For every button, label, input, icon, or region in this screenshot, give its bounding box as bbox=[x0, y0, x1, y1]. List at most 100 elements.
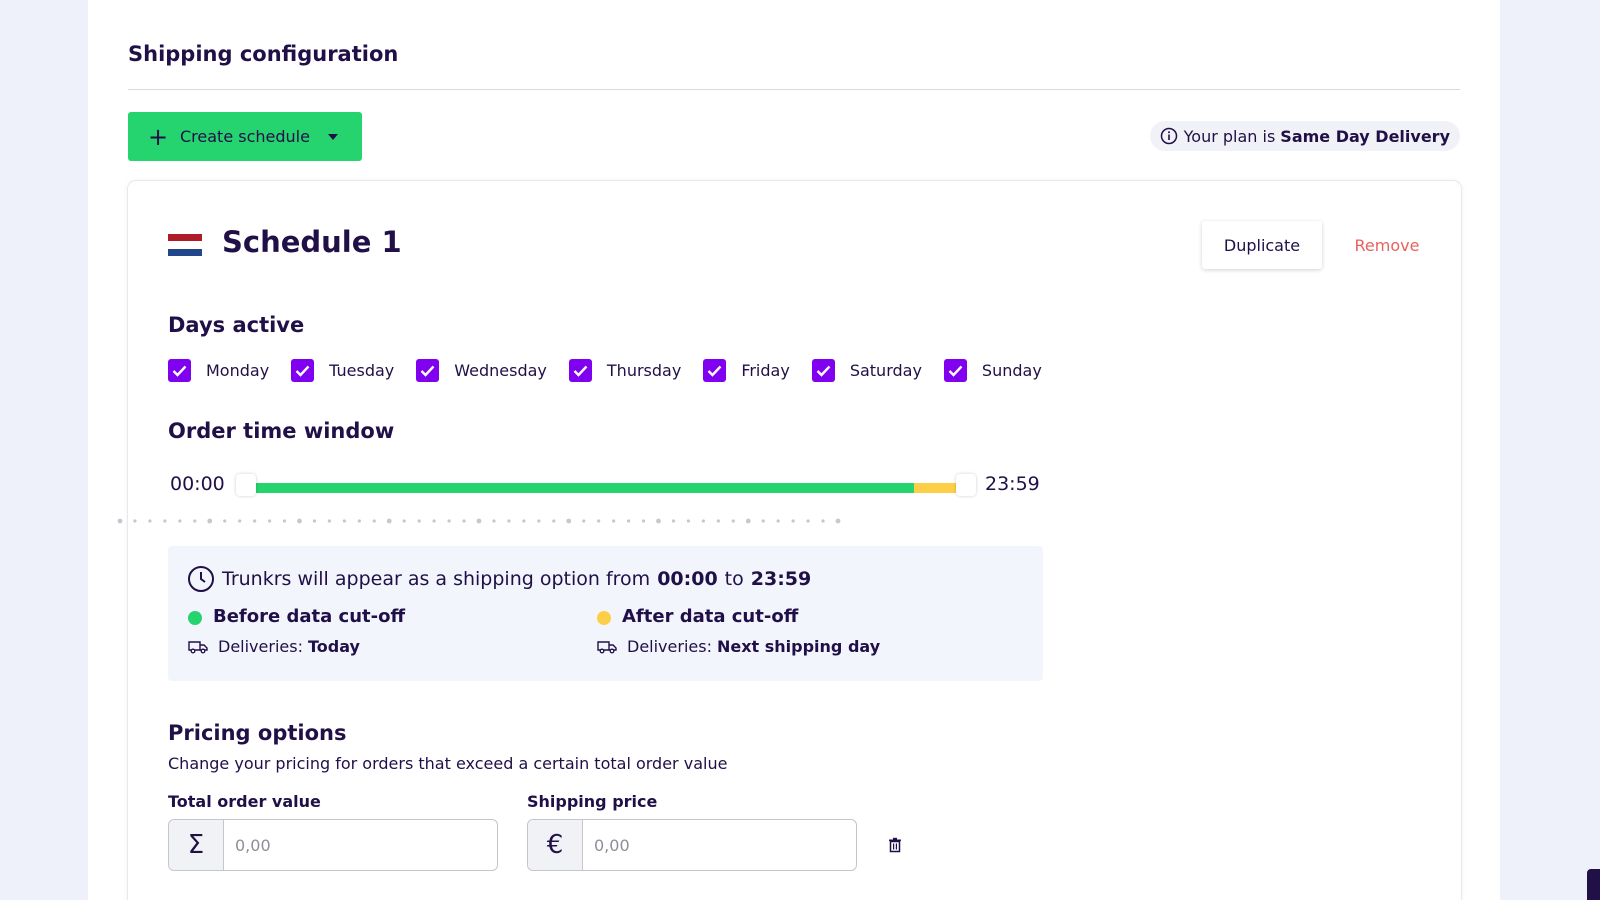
slider-tick bbox=[282, 519, 287, 523]
slider-tick bbox=[207, 518, 213, 524]
checkbox[interactable] bbox=[568, 359, 592, 382]
slider-tick bbox=[492, 519, 496, 523]
slider-tick bbox=[312, 519, 317, 523]
slider-tick bbox=[447, 519, 451, 523]
summary-from: 00:00 bbox=[657, 568, 718, 590]
slider-tick bbox=[462, 519, 466, 523]
slider-tick bbox=[402, 519, 406, 523]
day-label: Wednesday bbox=[454, 361, 547, 380]
after-deliveries-value: Next shipping day bbox=[716, 637, 881, 656]
plan-name: Same Day Delivery bbox=[1280, 126, 1450, 146]
slider-end-handle[interactable] bbox=[956, 474, 976, 496]
slider-tick bbox=[342, 519, 346, 523]
check-icon bbox=[816, 365, 831, 377]
order-time-window-title: Order time window bbox=[168, 419, 395, 443]
slider-tick bbox=[835, 518, 841, 524]
day-label: Saturday bbox=[849, 361, 922, 380]
sigma-icon: Σ bbox=[169, 820, 224, 870]
slider-tick bbox=[791, 519, 795, 523]
pricing-options-title: Pricing options bbox=[168, 721, 347, 745]
slider-tick bbox=[745, 518, 751, 524]
slider-tick bbox=[148, 519, 152, 523]
shipping-window-summary: Trunkrs will appear as a shipping option… bbox=[186, 564, 818, 594]
chevron-down-icon[interactable] bbox=[327, 133, 338, 140]
truck-icon bbox=[597, 640, 617, 653]
checkbox[interactable] bbox=[703, 359, 727, 382]
total-order-value-input[interactable] bbox=[224, 820, 497, 870]
slider-tick bbox=[731, 519, 735, 523]
summary-connector: to bbox=[724, 568, 744, 590]
slider-tick bbox=[656, 518, 661, 524]
slider-tick bbox=[821, 519, 825, 523]
day-saturday[interactable]: Saturday bbox=[811, 359, 922, 382]
check-icon bbox=[295, 365, 310, 377]
time-start-label: 00:00 bbox=[170, 473, 225, 495]
time-slider-ticks bbox=[117, 518, 841, 524]
slider-tick bbox=[193, 519, 197, 523]
schedule-card: Schedule 1 Duplicate Remove Days active … bbox=[128, 181, 1461, 900]
slider-tick bbox=[117, 518, 123, 524]
shipping-info-box: Trunkrs will appear as a shipping option… bbox=[168, 546, 1043, 681]
day-label: Sunday bbox=[981, 361, 1042, 380]
slider-tick bbox=[507, 519, 511, 523]
days-checkbox-group: Monday Tuesday Wednesday Thursday Friday… bbox=[168, 359, 1064, 382]
total-order-value-label: Total order value bbox=[168, 792, 321, 811]
remove-button[interactable]: Remove bbox=[1342, 221, 1432, 269]
after-deliveries-prefix: Deliveries: bbox=[627, 637, 712, 656]
check-icon bbox=[172, 365, 187, 377]
slider-range-before-cutoff bbox=[246, 483, 915, 493]
create-schedule-button[interactable]: + Create schedule bbox=[128, 112, 362, 161]
checkbox[interactable] bbox=[811, 359, 835, 382]
day-sunday[interactable]: Sunday bbox=[943, 359, 1042, 382]
pricing-options-description: Change your pricing for orders that exce… bbox=[168, 754, 728, 773]
slider-tick bbox=[297, 518, 302, 524]
slider-tick bbox=[716, 519, 720, 523]
day-friday[interactable]: Friday bbox=[703, 359, 790, 382]
info-icon bbox=[1160, 127, 1177, 145]
before-deliveries-value: Today bbox=[307, 637, 360, 656]
shipping-price-field: € bbox=[527, 819, 857, 871]
checkbox[interactable] bbox=[168, 359, 191, 382]
check-icon bbox=[420, 365, 435, 377]
slider-tick bbox=[386, 518, 392, 524]
green-dot-icon bbox=[188, 610, 202, 625]
day-label: Friday bbox=[741, 361, 790, 380]
plan-prefix: Your plan is bbox=[1183, 126, 1276, 146]
before-deliveries-prefix: Deliveries: bbox=[218, 637, 303, 656]
day-monday[interactable]: Monday bbox=[168, 359, 269, 382]
day-label: Monday bbox=[206, 361, 270, 380]
checkbox[interactable] bbox=[291, 359, 315, 382]
euro-icon: € bbox=[528, 820, 583, 870]
day-label: Thursday bbox=[606, 361, 682, 380]
checkbox[interactable] bbox=[943, 359, 967, 382]
slider-tick bbox=[327, 519, 332, 523]
slider-tick bbox=[163, 519, 167, 523]
duplicate-button[interactable]: Duplicate bbox=[1202, 221, 1322, 269]
slider-tick bbox=[626, 519, 631, 523]
title-divider bbox=[128, 89, 1460, 90]
slider-tick bbox=[223, 519, 227, 523]
day-wednesday[interactable]: Wednesday bbox=[416, 359, 547, 382]
day-label: Tuesday bbox=[329, 361, 395, 380]
day-tuesday[interactable]: Tuesday bbox=[291, 359, 394, 382]
slider-tick bbox=[522, 519, 526, 523]
trash-icon[interactable] bbox=[888, 837, 902, 853]
checkbox[interactable] bbox=[416, 359, 440, 382]
time-slider-track[interactable] bbox=[246, 483, 966, 493]
slider-tick bbox=[686, 519, 691, 523]
day-thursday[interactable]: Thursday bbox=[568, 359, 682, 382]
slider-tick bbox=[178, 519, 182, 523]
page-title: Shipping configuration bbox=[128, 42, 399, 66]
clock-icon bbox=[188, 566, 214, 592]
plan-badge: Your plan is Same Day Delivery bbox=[1149, 121, 1460, 151]
create-schedule-label: Create schedule bbox=[180, 127, 310, 146]
slider-start-handle[interactable] bbox=[236, 474, 256, 496]
after-cutoff-legend: After data cut-off Deliveries: Next ship… bbox=[597, 606, 880, 656]
check-icon bbox=[948, 365, 963, 377]
slider-tick bbox=[417, 519, 421, 523]
plus-icon: + bbox=[148, 122, 169, 151]
help-widget-tab[interactable] bbox=[1587, 869, 1600, 900]
slider-tick bbox=[776, 519, 780, 523]
schedule-title: Schedule 1 bbox=[222, 225, 402, 259]
shipping-price-input[interactable] bbox=[583, 820, 856, 870]
